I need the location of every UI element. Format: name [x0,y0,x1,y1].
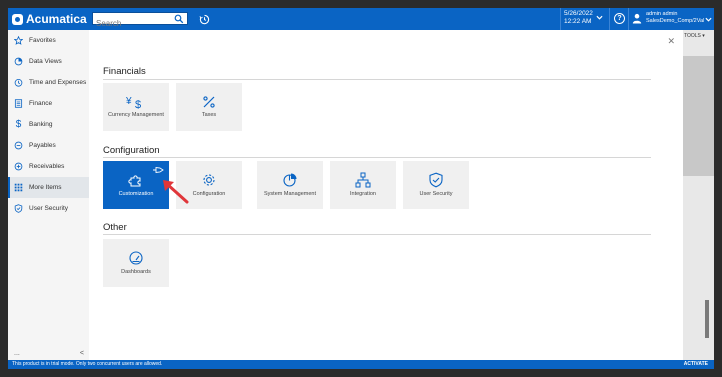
shield-icon [14,204,23,213]
puzzle-icon [128,175,141,187]
time-value: 12:22 AM [564,18,592,25]
user-icon[interactable] [632,13,642,24]
sidebar-item-banking[interactable]: $ Banking [8,114,89,135]
minus-circle-icon [14,141,23,150]
chevron-down-icon[interactable] [705,16,712,23]
pie-icon [283,173,297,187]
sidebar-item-label: Time and Expenses [29,79,87,86]
network-icon [355,172,371,188]
dollar-icon: $ [15,119,22,130]
topbar-divider [628,8,629,30]
tile-customization[interactable]: Customization [103,161,169,209]
tile-label: User Security [419,191,453,197]
trial-notice-bar: This product is in trial mode. Only two … [8,360,714,369]
date-value: 5/26/2022 [564,10,593,17]
right-panel: TOOLS ▾ [683,30,714,360]
section-divider [103,234,651,235]
star-icon [14,36,23,45]
section-divider [103,79,651,80]
plus-circle-icon [14,162,23,171]
svg-text:¥: ¥ [125,96,132,107]
more-items-panel: ✕ Financials ¥ $ Currency Management Taxe… [89,30,683,360]
more-options-button[interactable]: ... [14,350,20,357]
sidebar-item-label: User Security [29,205,69,212]
gear-icon [203,174,215,186]
history-icon [199,14,209,24]
tile-taxes[interactable]: Taxes [176,83,242,131]
chevron-down-icon[interactable] [596,14,603,21]
sidebar-item-label: Favorites [29,37,56,44]
sidebar-item-favorites[interactable]: Favorites [8,30,89,51]
shield-check-icon [429,172,443,188]
activate-link[interactable]: ACTIVATE [684,360,708,369]
close-icon[interactable]: ✕ [667,36,675,47]
scrollbar-thumb[interactable] [705,300,709,338]
sidebar-item-label: More Items [29,184,62,191]
trial-message: This product is in trial mode. Only two … [12,361,163,367]
panel-overlay [683,56,714,176]
gauge-icon [129,251,143,265]
sidebar-item-label: Payables [29,142,56,149]
section-divider [103,157,651,158]
section-title-configuration: Configuration [103,145,160,156]
tile-label: Dashboards [121,269,151,275]
sidebar-item-receivables[interactable]: Receivables [8,156,89,177]
pin-icon[interactable] [152,166,164,174]
tile-user-security[interactable]: User Security [403,161,469,209]
sidebar-item-more-items[interactable]: More Items [8,177,89,198]
sidebar-item-data-views[interactable]: Data Views [8,51,89,72]
tile-label: Currency Management [108,112,164,118]
help-icon[interactable]: ? [614,13,625,24]
search-icon[interactable] [174,14,184,24]
history-button[interactable] [194,9,214,29]
sidebar-footer: ... < [14,350,84,357]
percent-icon [203,96,215,108]
user-name: admin admin [646,11,678,17]
clock-icon [14,78,23,87]
tile-integration[interactable]: Integration [330,161,396,209]
search-box[interactable] [92,12,188,29]
sidebar-item-user-security[interactable]: User Security [8,198,89,219]
tile-label: Customization [118,191,154,197]
sidebar-item-label: Receivables [29,163,65,170]
sidebar-item-payables[interactable]: Payables [8,135,89,156]
ledger-icon [14,99,23,108]
tools-label: TOOLS [684,33,701,39]
user-menu[interactable]: admin admin SalesDemo_Comp/2Value [646,11,704,25]
tools-menu[interactable]: TOOLS ▾ [684,33,713,39]
sidebar-item-finance[interactable]: Finance [8,93,89,114]
tile-label: Integration [350,191,376,197]
topbar-divider [560,8,561,30]
tenant-name: SalesDemo_Comp/2Value [646,18,704,24]
business-date[interactable]: 5/26/2022 12:22 AM [564,10,612,28]
sidebar-item-label: Finance [29,100,53,107]
data-views-icon [14,57,23,66]
annotation-arrow [163,180,189,204]
tile-currency-management[interactable]: ¥ $ Currency Management [103,83,169,131]
svg-text:$: $ [135,99,141,109]
collapse-sidebar-button[interactable]: < [80,350,84,357]
tile-system-management[interactable]: System Management [257,161,323,209]
sidebar-item-time-and-expenses[interactable]: Time and Expenses [8,72,89,93]
brand-name: Acumatica [26,12,87,26]
currency-icon: ¥ $ [125,96,141,109]
tile-label: Configuration [192,191,226,197]
tile-label: System Management [264,191,316,197]
sidebar-item-label: Banking [29,121,53,128]
sidebar: Favorites Data Views Time and Expenses F… [8,30,90,360]
section-title-other: Other [103,222,127,233]
topbar-divider [609,8,610,30]
tile-label: Taxes [201,112,217,118]
app-window: Acumatica 5/26/2022 12:22 AM ? admin adm… [8,8,714,369]
section-title-financials: Financials [103,66,146,77]
sidebar-item-label: Data Views [29,58,62,65]
top-bar: Acumatica 5/26/2022 12:22 AM ? admin adm… [8,8,714,30]
tile-dashboards[interactable]: Dashboards [103,239,169,287]
grid-icon [14,183,23,192]
acumatica-logo[interactable]: Acumatica [12,12,87,26]
scrollbar[interactable] [705,210,709,338]
search-input[interactable] [93,18,176,29]
acumatica-logo-icon [12,13,23,25]
